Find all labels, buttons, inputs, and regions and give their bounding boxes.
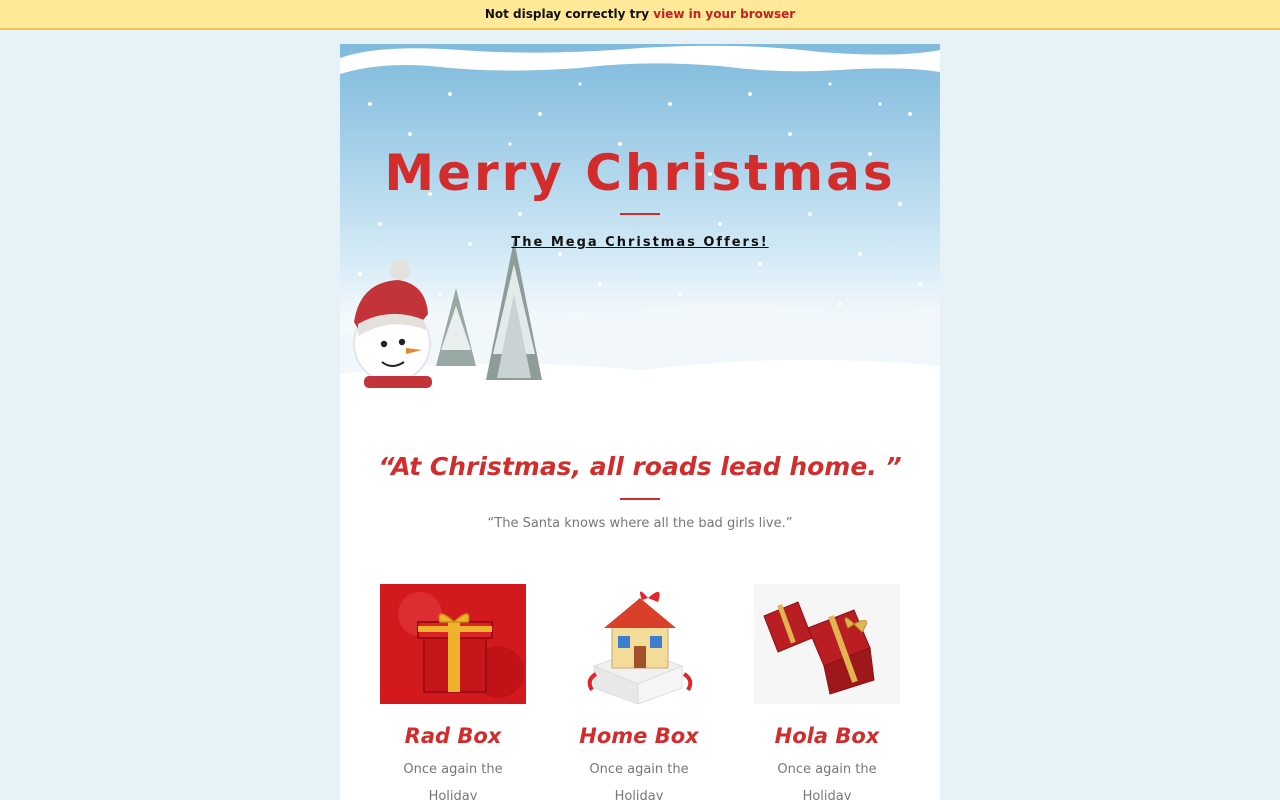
product-description: Once again the Holiday <box>589 762 689 800</box>
hero-title: Merry Christmas <box>384 144 896 202</box>
product-description: Once again the Holiday <box>403 762 503 800</box>
browser-notice-text: Not display correctly try <box>484 7 650 21</box>
hero-divider <box>620 213 660 215</box>
red-gift-box-image[interactable] <box>380 584 526 704</box>
product-name[interactable]: Hola Box <box>754 724 900 748</box>
product-description: Once again the Holiday <box>777 762 877 800</box>
product-home-box[interactable]: Home Box Once again the Holiday <box>566 584 712 800</box>
hero-subtitle[interactable]: The Mega Christmas Offers! <box>340 235 940 250</box>
product-name[interactable]: Rad Box <box>380 724 526 748</box>
view-in-browser-link[interactable]: view in your browser <box>653 7 795 21</box>
open-gift-box-image[interactable] <box>754 584 900 704</box>
product-hola-box[interactable]: Hola Box Once again the Holiday <box>754 584 900 800</box>
product-rad-box[interactable]: Rad Box Once again the Holiday <box>380 584 526 800</box>
quote-subtext: “The Santa knows where all the bad girls… <box>487 516 793 531</box>
browser-notice-bar: Not display correctly try view in your b… <box>0 0 1280 30</box>
winter-scene-illustration <box>340 45 940 410</box>
hero-subtitle-link[interactable]: The Mega Christmas Offers! <box>511 235 768 250</box>
email-card: Merry Christmas The Mega Christmas Offer… <box>340 44 940 800</box>
hero-banner: Merry Christmas The Mega Christmas Offer… <box>340 44 940 410</box>
house-gift-box-image[interactable] <box>566 584 712 704</box>
quote-heading: “At Christmas, all roads lead home. ” <box>378 452 902 481</box>
product-name[interactable]: Home Box <box>566 724 712 748</box>
quote-divider <box>620 498 660 500</box>
